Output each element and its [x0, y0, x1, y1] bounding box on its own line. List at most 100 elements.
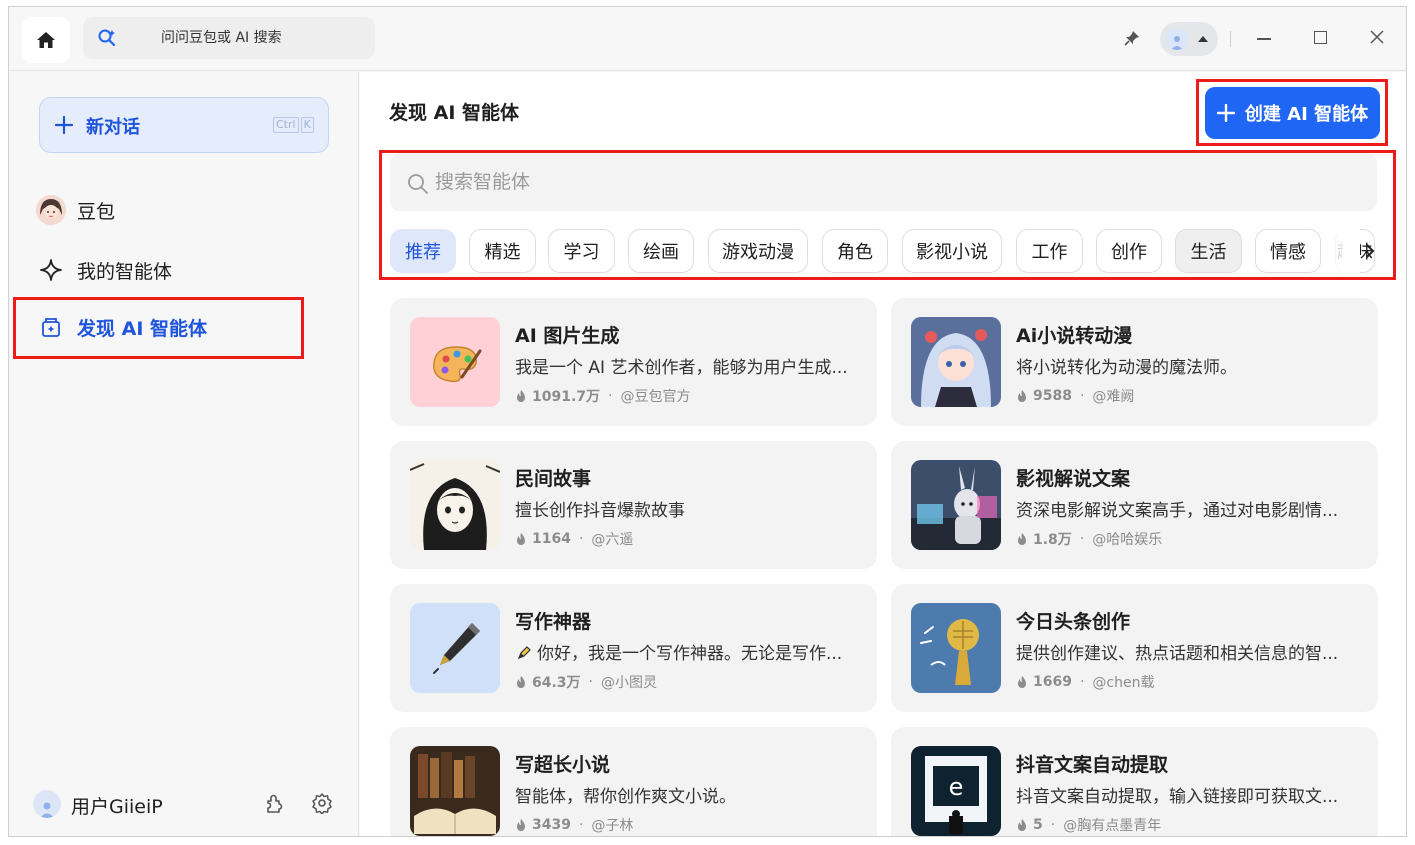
- agent-card[interactable]: Ai小说转动漫将小说转化为动漫的魔法师。 9588 · @难阙: [891, 298, 1378, 426]
- pin-icon[interactable]: [1123, 29, 1141, 47]
- meta-separator: ·: [1050, 817, 1056, 833]
- agent-thumbnail: [911, 603, 1001, 693]
- agent-description-text: 资深电影解说文案高手，通过对电影剧情...: [1016, 501, 1339, 521]
- meta-separator: ·: [1079, 388, 1085, 404]
- agent-title: 抖音文案自动提取: [1016, 754, 1169, 776]
- agent-description-text: 提供创作建议、热点话题和相关信息的智...: [1016, 644, 1339, 664]
- agent-description: 擅长创作抖音爆款故事: [515, 496, 860, 521]
- agent-description-text: 将小说转化为动漫的魔法师。: [1016, 358, 1237, 378]
- agent-description: 智能体，帮你创作爽文小说。: [515, 782, 860, 807]
- sidebar-item-doubao[interactable]: 豆包: [35, 190, 325, 230]
- agent-thumbnail: [410, 746, 500, 836]
- agent-author: @豆包官方: [620, 389, 691, 405]
- sidebar: 新对话 Ctrl K 豆包 我的智能体 发现 AI 智能体 用户GiieiP: [9, 72, 359, 836]
- sidebar-item-my-agents[interactable]: 我的智能体: [35, 250, 325, 290]
- agent-meta: 1164 · @六遥: [515, 529, 633, 549]
- agent-author: @哈哈娱乐: [1092, 532, 1163, 548]
- agent-thumbnail: [911, 317, 1001, 407]
- home-icon: [37, 32, 55, 48]
- fire-icon: [1018, 819, 1026, 831]
- agent-author: @chen载: [1092, 675, 1155, 691]
- agent-card[interactable]: 民间故事 擅长创作抖音爆款故事 1164 · @六遥: [390, 441, 877, 569]
- gear-icon[interactable]: [311, 792, 333, 814]
- shortcut-key-k: K: [300, 117, 314, 133]
- meta-separator: ·: [1079, 531, 1085, 547]
- sparkle-icon: [40, 259, 62, 281]
- fire-icon: [1018, 533, 1026, 545]
- user-avatar-icon: [1166, 28, 1188, 50]
- agent-usage-count: 9588: [1033, 388, 1072, 404]
- new-chat-label: 新对话: [86, 117, 140, 138]
- agent-title: 民间故事: [515, 468, 592, 490]
- app-window: 新对话 Ctrl K 豆包 我的智能体 发现 AI 智能体: [8, 6, 1407, 837]
- agent-author: @小图灵: [601, 675, 657, 691]
- agent-meta: 3439 · @子林: [515, 815, 633, 835]
- agent-card[interactable]: 写超长小说智能体，帮你创作爽文小说。 3439 · @子林: [390, 727, 877, 836]
- pen-emoji-icon: [517, 646, 531, 660]
- agent-description: 我是一个 AI 艺术创作者，能够为用户生成...: [515, 353, 860, 378]
- agent-title: 今日头条创作: [1016, 611, 1131, 633]
- agent-meta: 1.8万 · @哈哈娱乐: [1016, 529, 1162, 549]
- agent-usage-count: 64.3万: [532, 675, 581, 691]
- agent-card[interactable]: AI 图片生成 我是一个 AI 艺术创作者，能够为用户生成... 1091.7万 · @…: [390, 298, 877, 426]
- agent-title: AI 图片生成: [515, 325, 620, 347]
- agent-card[interactable]: 写作神器你好，我是一个写作神器。无论是写作... 64.3万 · @小图灵: [390, 584, 877, 712]
- meta-separator: ·: [588, 674, 593, 690]
- user-avatar-icon: [33, 790, 61, 818]
- top-search-input[interactable]: [161, 27, 361, 49]
- user-profile-row[interactable]: 用户GiieiP: [33, 784, 343, 824]
- home-button[interactable]: [22, 17, 70, 63]
- agent-author: @胸有点墨青年: [1063, 818, 1162, 834]
- new-chat-button[interactable]: 新对话 Ctrl K: [39, 97, 329, 153]
- agent-thumbnail: e: [911, 746, 1001, 836]
- agent-card[interactable]: e 抖音文案自动提取抖音文案自动提取，输入链接即可获取文... 5 · @胸有点墨青年: [891, 727, 1378, 836]
- agent-usage-count: 1669: [1033, 674, 1072, 690]
- agent-description: 你好，我是一个写作神器。无论是写作...: [515, 639, 860, 664]
- agent-card[interactable]: 影视解说文案 资深电影解说文案高手，通过对电影剧情... 1.8万 · @哈哈娱乐: [891, 441, 1378, 569]
- agent-usage-count: 1164: [532, 531, 571, 547]
- minimize-button[interactable]: [1257, 38, 1271, 40]
- svg-text:e: e: [949, 773, 964, 801]
- title-bar: [9, 7, 1406, 71]
- fire-icon: [517, 390, 525, 402]
- agent-thumbnail: [410, 317, 500, 407]
- agent-description: 抖音文案自动提取，输入链接即可获取文...: [1016, 782, 1361, 807]
- doubao-avatar: [36, 195, 66, 225]
- plugin-icon[interactable]: [263, 792, 285, 814]
- agent-meta: 1669 · @chen载: [1016, 672, 1154, 692]
- agent-description-text: 我是一个 AI 艺术创作者，能够为用户生成...: [515, 358, 848, 378]
- agent-title: 写作神器: [515, 611, 592, 633]
- meta-separator: ·: [608, 388, 613, 404]
- fire-icon: [517, 819, 525, 831]
- agent-usage-count: 1.8万: [1033, 532, 1072, 548]
- caret-up-icon: [1198, 36, 1208, 42]
- agent-meta: 5 · @胸有点墨青年: [1016, 815, 1161, 835]
- plus-icon: [54, 115, 74, 135]
- sidebar-item-label: 我的智能体: [77, 260, 173, 283]
- agent-title: 写超长小说: [515, 754, 611, 776]
- main-content: 发现 AI 智能体 创建 AI 智能体 推荐精选学习绘画游戏动漫角色影视小说工作…: [360, 72, 1406, 836]
- agent-author: @子林: [591, 818, 634, 834]
- agent-description-text: 抖音文案自动提取，输入链接即可获取文...: [1016, 787, 1339, 807]
- agent-usage-count: 5: [1033, 817, 1043, 833]
- agent-description-text: 擅长创作抖音爆款故事: [515, 501, 685, 521]
- account-menu-button[interactable]: [1160, 22, 1218, 56]
- highlight-box-discover: [13, 297, 304, 359]
- highlight-box-create: [1196, 79, 1388, 146]
- titlebar-divider: [1230, 31, 1231, 47]
- meta-separator: ·: [578, 531, 584, 547]
- agent-meta: 1091.7万 · @豆包官方: [515, 386, 690, 406]
- fire-icon: [1018, 676, 1026, 688]
- agent-thumbnail: [410, 603, 500, 693]
- close-window-button[interactable]: [1369, 29, 1385, 45]
- meta-separator: ·: [1079, 674, 1085, 690]
- fire-icon: [517, 533, 525, 545]
- top-search-bar[interactable]: [83, 17, 375, 59]
- agent-title: Ai小说转动漫: [1016, 325, 1133, 347]
- meta-separator: ·: [578, 817, 584, 833]
- agent-card[interactable]: 今日头条创作提供创作建议、热点话题和相关信息的智... 1669 · @chen载: [891, 584, 1378, 712]
- agent-usage-count: 3439: [532, 817, 571, 833]
- maximize-button[interactable]: [1314, 31, 1327, 44]
- agent-author: @难阙: [1092, 389, 1135, 405]
- agent-thumbnail: [410, 460, 500, 550]
